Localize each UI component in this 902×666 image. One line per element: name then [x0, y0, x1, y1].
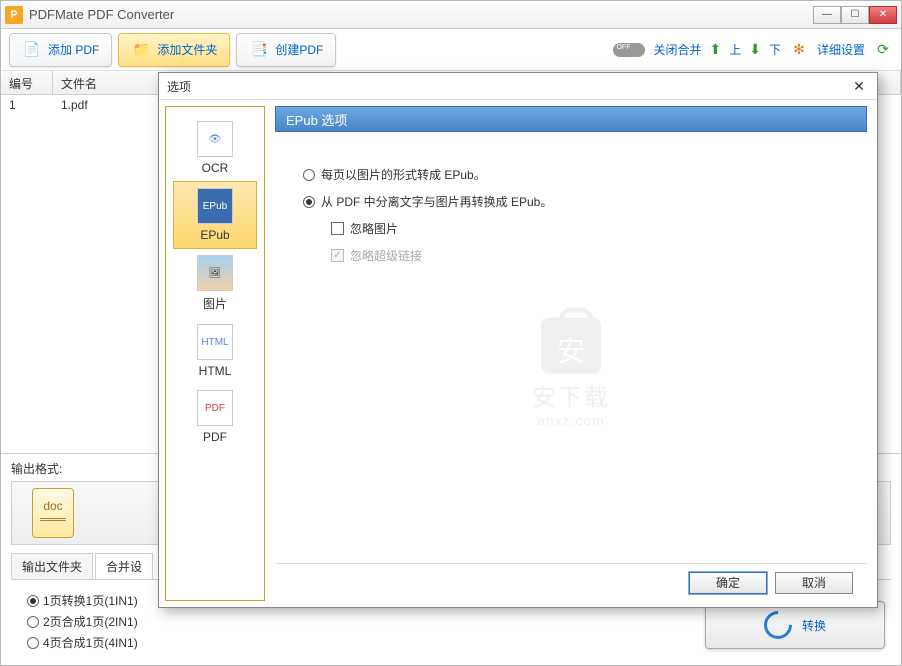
watermark-icon: [541, 318, 601, 374]
window-controls: — ☐ ✕: [813, 6, 897, 24]
cancel-button[interactable]: 取消: [775, 572, 853, 594]
radio-icon: [27, 595, 39, 607]
up-label: 上: [729, 41, 741, 58]
col-num[interactable]: 编号: [1, 71, 53, 94]
epub-icon: EPub: [197, 188, 233, 224]
add-folder-icon: 📁: [131, 40, 151, 60]
sub-options: 忽略图片 忽略超级链接: [331, 220, 839, 264]
cell-num: 1: [1, 95, 53, 117]
epub-option-extract-text[interactable]: 从 PDF 中分离文字与图片再转换成 EPub。: [303, 193, 839, 210]
dialog-main: EPub 选项 每页以图片的形式转成 EPub。 从 PDF 中分离文字与图片再…: [271, 100, 877, 607]
down-label: 下: [769, 41, 781, 58]
add-pdf-icon: 📄: [22, 40, 42, 60]
build-pdf-icon: 📑: [249, 40, 269, 60]
convert-icon: [758, 605, 798, 645]
dialog-title: 选项: [167, 78, 191, 95]
ignore-images-checkbox[interactable]: 忽略图片: [331, 220, 839, 237]
convert-button[interactable]: 转换: [705, 601, 885, 649]
add-pdf-button[interactable]: 📄 添加 PDF: [9, 33, 112, 67]
minimize-button[interactable]: —: [813, 6, 841, 24]
dialog-footer: 确定 取消: [275, 563, 867, 601]
merge-toggle[interactable]: [613, 43, 645, 57]
checkbox-icon: [331, 222, 344, 235]
pdf-icon: PDF: [197, 390, 233, 426]
sidebar-item-ocr[interactable]: 👁OCR: [173, 115, 257, 181]
add-pdf-label: 添加 PDF: [48, 41, 99, 58]
app-icon: P: [5, 6, 23, 24]
convert-label: 转换: [802, 617, 826, 634]
build-pdf-label: 创建PDF: [275, 41, 323, 58]
close-button[interactable]: ✕: [869, 6, 897, 24]
options-dialog: 选项 ✕ 👁OCR EPubEPub 🖼图片 HTMLHTML PDFPDF E…: [158, 72, 878, 608]
checkbox-icon: [331, 249, 344, 262]
radio-icon: [303, 169, 315, 181]
sidebar-item-image[interactable]: 🖼图片: [173, 249, 257, 318]
ignore-hyperlinks-checkbox: 忽略超级链接: [331, 247, 839, 264]
tab-output-folder[interactable]: 输出文件夹: [11, 553, 93, 579]
settings-label[interactable]: 详细设置: [817, 41, 865, 58]
html-icon: HTML: [197, 324, 233, 360]
format-doc[interactable]: doc═══: [32, 488, 74, 538]
panel-body: 每页以图片的形式转成 EPub。 从 PDF 中分离文字与图片再转换成 EPub…: [275, 132, 867, 563]
ok-button[interactable]: 确定: [689, 572, 767, 594]
move-up-icon[interactable]: ⬆: [709, 41, 721, 58]
add-folder-button[interactable]: 📁 添加文件夹: [118, 33, 230, 67]
epub-option-image-per-page[interactable]: 每页以图片的形式转成 EPub。: [303, 166, 839, 183]
watermark-text: 安下载: [532, 378, 610, 413]
move-down-icon[interactable]: ⬇: [749, 41, 761, 58]
sidebar-item-pdf[interactable]: PDFPDF: [173, 384, 257, 450]
build-pdf-button[interactable]: 📑 创建PDF: [236, 33, 336, 67]
image-icon: 🖼: [197, 255, 233, 291]
settings-icon[interactable]: ✻: [789, 40, 809, 60]
radio-icon: [27, 616, 39, 628]
radio-icon: [27, 637, 39, 649]
sidebar-item-html[interactable]: HTMLHTML: [173, 318, 257, 384]
close-merge-label[interactable]: 关闭合并: [653, 41, 701, 58]
watermark-sub: anxz.com: [532, 413, 610, 429]
watermark: 安下载 anxz.com: [532, 318, 610, 429]
add-folder-label: 添加文件夹: [157, 41, 217, 58]
tab-merge[interactable]: 合并设: [95, 553, 153, 579]
titlebar: P PDFMate PDF Converter — ☐ ✕: [1, 1, 901, 29]
panel-header: EPub 选项: [275, 106, 867, 132]
maximize-button[interactable]: ☐: [841, 6, 869, 24]
radio-icon: [303, 196, 315, 208]
app-title: PDFMate PDF Converter: [29, 7, 813, 22]
dialog-body: 👁OCR EPubEPub 🖼图片 HTMLHTML PDFPDF EPub 选…: [159, 99, 877, 607]
dialog-close-button[interactable]: ✕: [849, 76, 869, 96]
dialog-sidebar: 👁OCR EPubEPub 🖼图片 HTMLHTML PDFPDF: [165, 106, 265, 601]
sidebar-item-epub[interactable]: EPubEPub: [173, 181, 257, 249]
dialog-titlebar: 选项 ✕: [159, 73, 877, 99]
right-tools: 关闭合并 ⬆ 上 ⬇ 下 ✻ 详细设置 ⟳: [613, 40, 893, 60]
toolbar: 📄 添加 PDF 📁 添加文件夹 📑 创建PDF 关闭合并 ⬆ 上 ⬇ 下 ✻ 详细…: [1, 29, 901, 71]
refresh-icon[interactable]: ⟳: [873, 40, 893, 60]
ocr-icon: 👁: [197, 121, 233, 157]
